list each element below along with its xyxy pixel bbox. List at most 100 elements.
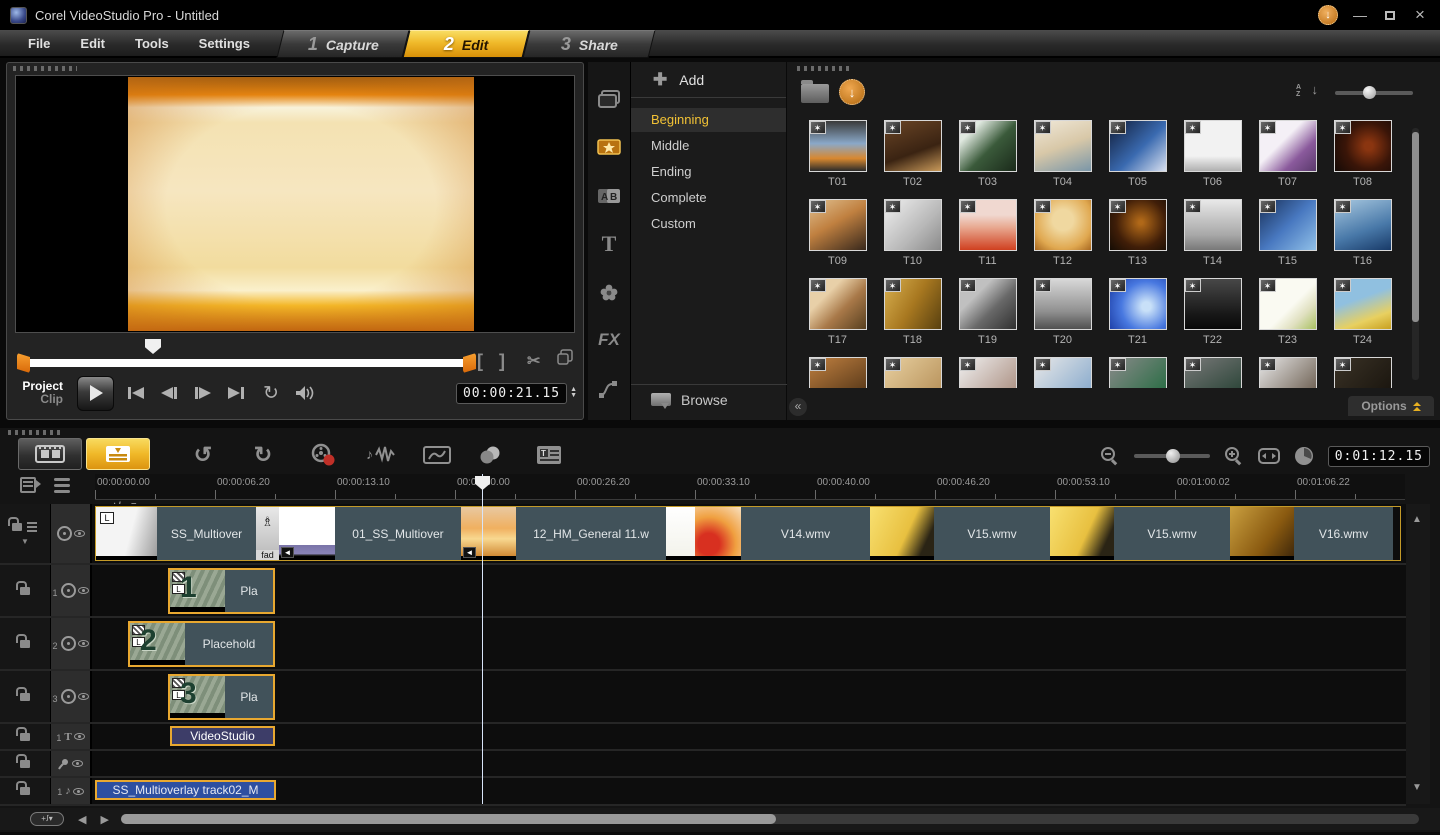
template-thumbnail[interactable]: ✶ <box>1334 199 1392 251</box>
template-item[interactable]: ✶T04 <box>1025 120 1100 199</box>
undo-button[interactable]: ↺ <box>186 440 220 470</box>
track-manager-button[interactable] <box>474 440 508 470</box>
graphics-icon[interactable] <box>595 279 623 305</box>
template-thumbnail[interactable]: ✶ <box>1034 357 1092 388</box>
template-item[interactable]: ✶T06 <box>1175 120 1250 199</box>
template-thumbnail[interactable]: ✶ <box>809 357 867 388</box>
scrubber-handle[interactable] <box>145 339 161 354</box>
gallery-scrollbar-thumb[interactable] <box>1412 132 1419 322</box>
template-item[interactable]: ✶ <box>1100 357 1175 388</box>
scroll-up-arrow[interactable]: ▲ <box>1412 514 1422 525</box>
lock-icon[interactable] <box>12 523 22 531</box>
music-clip[interactable]: SS_Multioverlay track02_M <box>95 780 276 800</box>
template-item[interactable]: ✶T15 <box>1250 199 1325 278</box>
category-item-beginning[interactable]: Beginning <box>631 108 786 132</box>
lock-icon[interactable] <box>20 733 30 741</box>
template-item[interactable]: ✶T14 <box>1175 199 1250 278</box>
instant-project-icon[interactable] <box>595 134 623 160</box>
template-thumbnail[interactable]: ✶ <box>959 120 1017 172</box>
template-item[interactable]: ✶T02 <box>875 120 950 199</box>
template-item[interactable]: ✶T16 <box>1325 199 1400 278</box>
track-visibility-icon[interactable] <box>73 788 84 795</box>
track-visibility-icon[interactable] <box>78 693 89 700</box>
overlay-clip[interactable]: L2 Placehold <box>128 621 275 667</box>
track-manager-small-icon[interactable] <box>20 476 42 494</box>
template-item[interactable]: ✶ <box>1325 357 1400 388</box>
template-item[interactable]: ✶ <box>1250 357 1325 388</box>
menu-item-edit[interactable]: Edit <box>68 32 117 55</box>
thumbnail-size-knob[interactable] <box>1363 86 1376 99</box>
template-thumbnail[interactable]: ✶ <box>1259 278 1317 330</box>
split-clip-button[interactable]: ✂ <box>527 351 540 371</box>
options-button[interactable]: Options <box>1348 396 1434 416</box>
template-item[interactable]: ✶T19 <box>950 278 1025 357</box>
voice-track-header[interactable] <box>50 751 92 776</box>
category-item-custom[interactable]: Custom <box>631 212 786 236</box>
record-capture-button[interactable] <box>306 440 340 470</box>
template-item[interactable]: ✶T21 <box>1100 278 1175 357</box>
template-item[interactable]: ✶T23 <box>1250 278 1325 357</box>
template-thumbnail[interactable]: ✶ <box>1334 120 1392 172</box>
title-icon[interactable]: T <box>595 231 623 257</box>
scroll-left-arrow[interactable]: ◀ <box>78 813 86 826</box>
timecode-spinner[interactable]: ▲▼ <box>570 387 577 399</box>
browse-button[interactable]: Browse <box>631 384 787 414</box>
template-item[interactable]: ✶T17 <box>800 278 875 357</box>
transition-clip[interactable]: ♗fad <box>256 507 279 560</box>
maximize-button[interactable] <box>1382 11 1398 20</box>
template-thumbnail[interactable]: ✶ <box>809 120 867 172</box>
template-item[interactable]: ✶ <box>875 357 950 388</box>
mark-in-button[interactable]: [ <box>477 351 483 372</box>
template-item[interactable]: ✶T10 <box>875 199 950 278</box>
template-item[interactable]: ✶ <box>950 357 1025 388</box>
mark-out-button[interactable]: ] <box>499 351 505 372</box>
template-thumbnail[interactable]: ✶ <box>959 278 1017 330</box>
template-thumbnail[interactable]: ✶ <box>959 357 1017 388</box>
auto-music-button[interactable] <box>420 440 454 470</box>
minimize-button[interactable]: — <box>1352 7 1368 23</box>
template-item[interactable]: ✶T11 <box>950 199 1025 278</box>
motion-path-icon[interactable] <box>595 376 623 402</box>
menu-item-file[interactable]: File <box>16 32 62 55</box>
video-clip-thumbnail[interactable] <box>666 507 695 560</box>
lock-icon[interactable] <box>20 693 30 701</box>
step-tab-capture[interactable]: 1Capture <box>277 30 410 58</box>
timeline-hscrollbar-thumb[interactable] <box>121 814 776 824</box>
overlay-track-2-header[interactable]: 2 <box>50 618 92 669</box>
lock-icon[interactable] <box>20 760 30 768</box>
template-thumbnail[interactable]: ✶ <box>884 120 942 172</box>
template-thumbnail[interactable]: ✶ <box>1034 199 1092 251</box>
category-item-complete[interactable]: Complete <box>631 186 786 210</box>
video-clip-thumbnail[interactable]: ◄ <box>279 507 335 560</box>
title-clip[interactable]: VideoStudio <box>170 726 275 746</box>
template-item[interactable]: ✶T08 <box>1325 120 1400 199</box>
template-thumbnail[interactable]: ✶ <box>1034 120 1092 172</box>
enlarge-preview-button[interactable] <box>557 349 573 365</box>
template-thumbnail[interactable]: ✶ <box>809 199 867 251</box>
timeline-view-button[interactable] <box>86 438 150 470</box>
clip-mode-label[interactable]: Clip <box>15 393 63 406</box>
overlay-clip[interactable]: L3 Pla <box>168 674 275 720</box>
video-clip-thumbnail[interactable]: L <box>96 507 157 560</box>
media-library-icon[interactable] <box>595 86 623 112</box>
storyboard-view-button[interactable] <box>18 438 82 470</box>
lock-icon[interactable] <box>20 587 30 595</box>
lock-icon[interactable] <box>20 640 30 648</box>
template-thumbnail[interactable]: ✶ <box>1184 199 1242 251</box>
track-visibility-icon[interactable] <box>78 587 89 594</box>
sound-mixer-button[interactable]: ♪ <box>364 440 398 470</box>
volume-button[interactable] <box>292 381 318 405</box>
template-thumbnail[interactable]: ✶ <box>1259 199 1317 251</box>
add-folder-button[interactable]: ✚ Add <box>631 62 786 98</box>
timeline-timecode[interactable]: 0:01:12.15 <box>1328 446 1430 467</box>
overlay-clip[interactable]: L1 Pla <box>168 568 275 614</box>
repeat-button[interactable]: ↻ <box>258 381 284 405</box>
video-track-header[interactable] <box>50 504 92 563</box>
video-clip-body[interactable]: 12_HM_General 11.w <box>516 507 666 560</box>
template-thumbnail[interactable]: ✶ <box>884 199 942 251</box>
video-clip-body[interactable]: V15.wmv <box>1114 507 1230 560</box>
go-to-end-button[interactable] <box>224 381 250 405</box>
timeline-zoom-knob[interactable] <box>1166 449 1180 463</box>
gallery-folder-icon[interactable] <box>801 84 829 103</box>
template-item[interactable]: ✶T05 <box>1100 120 1175 199</box>
